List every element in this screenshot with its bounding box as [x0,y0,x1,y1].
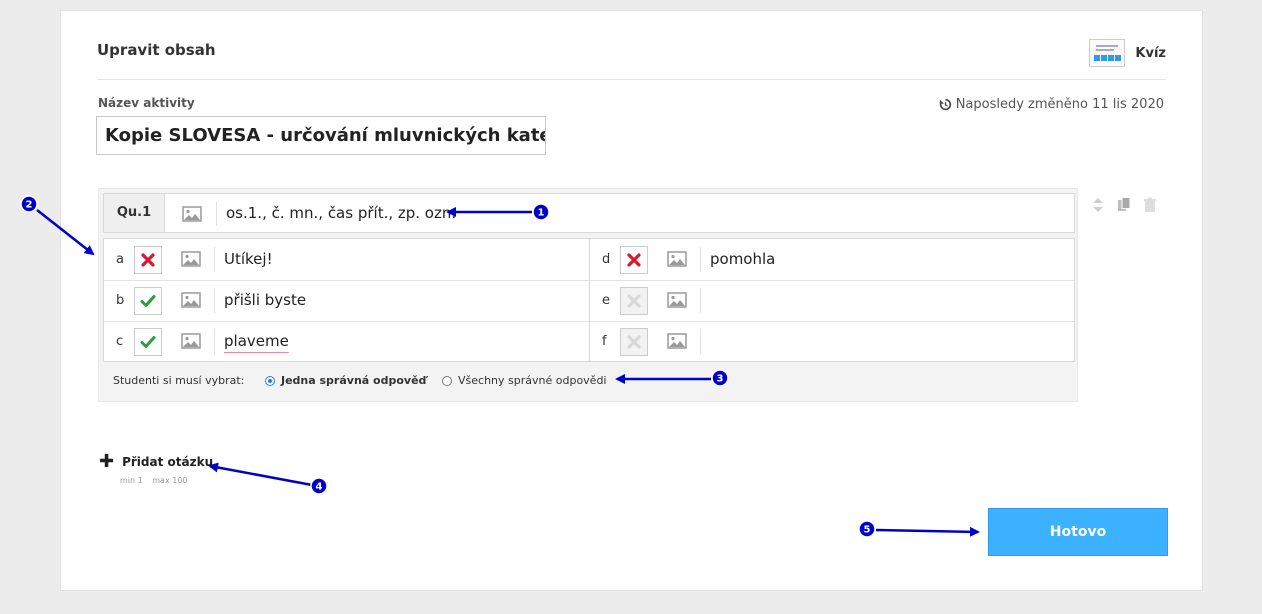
question-limits: min 1 max 100 [120,476,195,485]
radio-all-answers-label: Všechny správné odpovědi [458,374,607,387]
radio-single-answer-label: Jedna správná odpověď [281,374,427,387]
answer-separator [214,247,215,272]
question-separator [216,202,217,226]
editor-card: Upravit obsah Kvíz Název aktivity Naposl… [60,10,1203,591]
answer-image-icon[interactable] [181,251,201,267]
annotation-marker-2: 2 [20,195,38,213]
answer-text[interactable]: Utíkej! [224,239,273,280]
correct-check-icon [140,295,156,307]
answer-letter: b [116,293,125,308]
answer-separator [700,288,701,313]
answer-letter: a [116,252,124,267]
answer-c: c plaveme [104,321,589,362]
answer-toggle[interactable] [134,328,162,356]
answer-separator [214,329,215,354]
answer-mode-row: Studenti si musí vybrat: Jedna správná o… [103,365,1075,397]
trash-icon[interactable] [1143,197,1157,213]
answer-mode-label: Studenti si musí vybrat: [113,374,245,387]
answer-letter: d [602,252,611,267]
answer-toggle[interactable] [134,287,162,315]
answer-letter: e [602,293,610,308]
inactive-cross-icon [627,294,641,308]
answer-e: e [590,280,1075,321]
answer-toggle[interactable] [620,287,648,315]
copy-icon[interactable] [1117,197,1131,213]
plus-icon: ✚ [99,451,115,472]
question-row: Qu.1 os.1., č. mn., čas přít., zp. ozn. [103,193,1075,233]
answer-text[interactable]: pomohla [710,239,775,280]
answer-image-icon[interactable] [667,251,687,267]
radio-selected-icon [265,376,275,386]
last-modified-text: Naposledy změněno 11 lis 2020 [955,97,1164,112]
activity-type[interactable]: Kvíz [1089,39,1166,67]
answer-b: b přišli byste [104,280,589,321]
correct-check-icon [140,336,156,348]
activity-type-label: Kvíz [1135,45,1166,61]
add-question-button[interactable]: ✚ Přidat otázku [99,451,214,472]
radio-all-answers[interactable]: Všechny správné odpovědi [442,365,606,397]
answer-letter: c [116,334,124,349]
radio-single-answer[interactable]: Jedna správná odpověď [265,365,426,397]
question-image-icon[interactable] [182,206,202,222]
answer-a: a Utíkej! [104,239,589,280]
wrong-cross-icon [141,253,155,267]
answer-toggle[interactable] [134,246,162,274]
answer-text[interactable]: přišli byste [224,280,306,321]
activity-name-input[interactable]: Kopie SLOVESA - určování mluvnických kat… [96,116,546,155]
answers-grid: a Utíkej! b přišli byste c plaveme d pom… [103,238,1075,362]
answer-text[interactable]: plaveme [224,321,289,362]
answer-toggle[interactable] [620,328,648,356]
answer-letter: f [602,334,607,349]
activity-name-label: Název aktivity [98,96,195,110]
header-divider [97,79,1166,80]
question-number: Qu.1 [104,194,165,232]
question-block: Qu.1 os.1., č. mn., čas přít., zp. ozn. … [98,188,1078,402]
question-text[interactable]: os.1., č. mn., čas přít., zp. ozn. [226,194,456,232]
answer-separator [700,247,701,272]
add-question-label: Přidat otázku [122,455,214,469]
history-icon [939,98,951,111]
answer-image-icon[interactable] [181,292,201,308]
answer-image-icon[interactable] [181,333,201,349]
answer-separator [214,288,215,313]
svg-text:2: 2 [26,200,33,211]
wrong-cross-icon [627,253,641,267]
done-button[interactable]: Hotovo [988,508,1168,556]
min-questions: min 1 [120,476,143,485]
answer-d: d pomohla [590,239,1075,280]
quiz-thumbnail-icon [1089,39,1126,67]
radio-unselected-icon [442,376,452,386]
reorder-arrows-icon[interactable] [1091,197,1105,213]
last-modified: Naposledy změněno 11 lis 2020 [939,97,1164,112]
answer-separator [700,329,701,354]
answer-image-icon[interactable] [667,333,687,349]
max-questions: max 100 [152,476,188,485]
question-tools [1091,197,1157,213]
page-title: Upravit obsah [97,41,216,59]
answer-f: f [590,321,1075,362]
answer-toggle[interactable] [620,246,648,274]
answer-image-icon[interactable] [667,292,687,308]
inactive-cross-icon [627,335,641,349]
